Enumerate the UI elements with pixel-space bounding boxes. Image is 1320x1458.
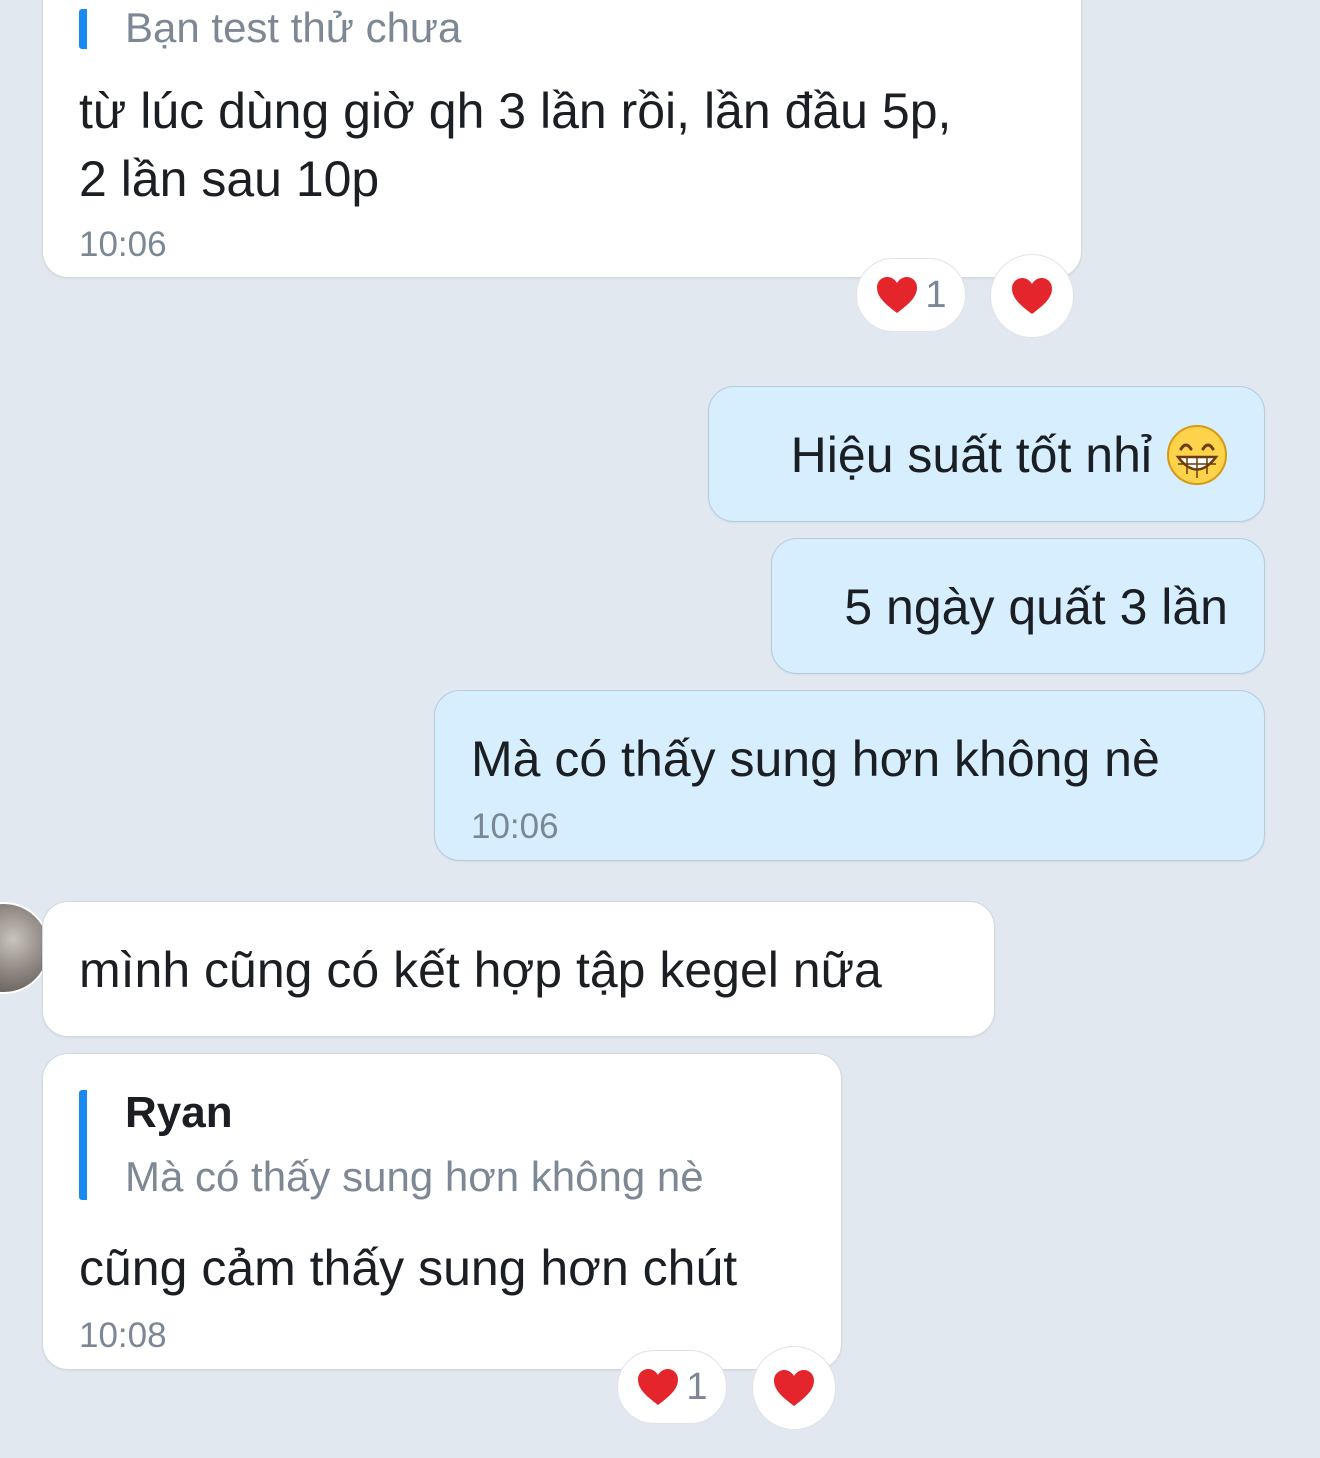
message-text: cũng cảm thấy sung hơn chút <box>79 1240 738 1296</box>
message-time: 10:06 <box>79 225 167 264</box>
message-text: từ lúc dùng giờ qh 3 lần rồi, lần đầu 5p… <box>79 83 952 139</box>
incoming-message-bubble[interactable]: mình cũng có kết hợp tập kegel nữa <box>42 901 995 1037</box>
message-text: Mà có thấy sung hơn không nè <box>471 731 1160 787</box>
quote-text: Bạn test thử chưa <box>125 4 462 51</box>
reply-quote[interactable]: Bạn test thử chưa <box>79 4 461 51</box>
incoming-message-bubble[interactable]: Bạn test thử chưa từ lúc dùng giờ qh 3 l… <box>42 0 1082 278</box>
message-time: 10:08 <box>79 1316 167 1355</box>
quote-text: Mà có thấy sung hơn không nè <box>125 1153 704 1200</box>
heart-icon <box>1012 278 1052 314</box>
react-button[interactable] <box>752 1346 836 1430</box>
message-text: mình cũng có kết hợp tập kegel nữa <box>79 942 882 998</box>
grinning-face-emoji <box>1167 425 1227 485</box>
reaction-count: 1 <box>925 273 947 316</box>
quote-author: Ryan <box>125 1088 233 1137</box>
react-button[interactable] <box>990 254 1074 338</box>
reaction-count: 1 <box>686 1365 708 1408</box>
outgoing-message-bubble[interactable]: Mà có thấy sung hơn không nè 10:06 <box>434 690 1265 861</box>
incoming-message-bubble[interactable]: Ryan Mà có thấy sung hơn không nè cũng c… <box>42 1053 842 1370</box>
outgoing-message-bubble[interactable]: 5 ngày quất 3 lần <box>771 538 1265 674</box>
message-time: 10:06 <box>471 807 559 846</box>
message-text: Hiệu suất tốt nhỉ <box>790 427 1152 483</box>
reaction-count-badge[interactable]: 1 <box>856 258 966 332</box>
heart-icon <box>638 1369 679 1405</box>
message-text: 2 lần sau 10p <box>79 151 380 207</box>
reaction-count-badge[interactable]: 1 <box>617 1350 727 1424</box>
reply-quote[interactable]: Ryan Mà có thấy sung hơn không nè <box>79 1088 704 1200</box>
heart-icon <box>877 277 918 313</box>
message-text: 5 ngày quất 3 lần <box>844 579 1228 635</box>
heart-icon <box>774 1370 814 1406</box>
outgoing-message-bubble[interactable]: Hiệu suất tốt nhỉ <box>708 386 1265 522</box>
